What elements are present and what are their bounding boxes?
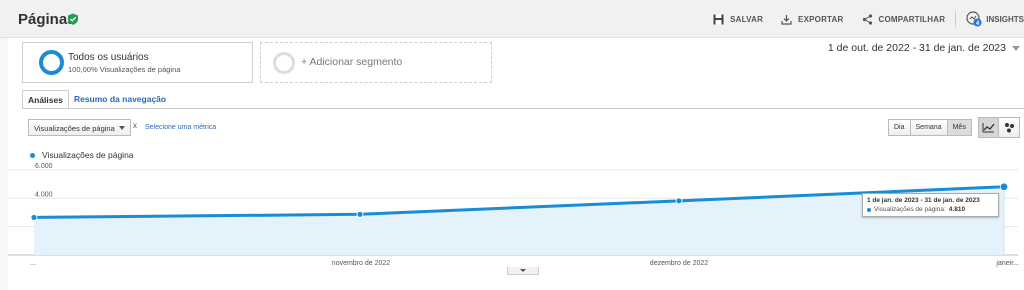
line-chart-icon bbox=[982, 123, 995, 133]
data-point bbox=[356, 210, 364, 218]
period-toggle: Dia Semana Mês bbox=[888, 119, 972, 136]
tab-divider bbox=[22, 108, 1024, 109]
report-toolbar: SALVAR EXPORTAR COMPARTILHAR 4 INSIGHTS bbox=[713, 0, 1024, 38]
chart-tooltip: 1 de jan. de 2023 - 31 de jan. de 2023 V… bbox=[862, 193, 999, 217]
tooltip-metric-label: Visualizações de página: bbox=[874, 206, 946, 213]
share-button[interactable]: COMPARTILHAR bbox=[862, 13, 946, 25]
metric-select-value: Visualizações de página bbox=[34, 124, 115, 133]
metric-select[interactable]: Visualizações de página bbox=[28, 119, 131, 136]
select-metric-link[interactable]: Selecione uma métrica bbox=[145, 124, 216, 131]
share-label: COMPARTILHAR bbox=[878, 14, 946, 24]
tooltip-metric-line: Visualizações de página: 4.810 bbox=[867, 206, 994, 213]
x-tick-label: novembro de 2022 bbox=[332, 260, 390, 267]
tooltip-series-dot bbox=[867, 207, 871, 212]
period-week-button[interactable]: Semana bbox=[910, 120, 948, 135]
insights-label: INSIGHTS bbox=[986, 14, 1024, 24]
segment-subtitle: 100,00% Visualizações de página bbox=[68, 65, 181, 74]
date-range-label: 1 de out. de 2022 - 31 de jan. de 2023 bbox=[827, 42, 1006, 54]
x-tick-label: janeir... bbox=[995, 260, 1019, 267]
bubble-chart-icon bbox=[1004, 123, 1014, 133]
segment-circle-icon bbox=[39, 50, 64, 75]
segment-title: Todos os usuários bbox=[68, 52, 149, 63]
tab-analises[interactable]: Análises bbox=[22, 90, 69, 109]
add-segment-label: + Adicionar segmento bbox=[301, 56, 403, 68]
export-label: EXPORTAR bbox=[798, 14, 844, 24]
data-point bbox=[675, 197, 683, 205]
pageviews-chart[interactable]: 6.0004.0002.000...novembro de 2022dezemb… bbox=[0, 160, 1024, 280]
verified-shield-icon bbox=[68, 13, 78, 25]
y-tick-label: 6.000 bbox=[35, 163, 53, 170]
insights-icon: 4 bbox=[966, 11, 982, 27]
y-tick-label: 4.000 bbox=[35, 191, 53, 198]
export-icon bbox=[781, 14, 792, 25]
remove-metric-button[interactable]: x bbox=[133, 121, 137, 130]
x-tick-label: dezembro de 2022 bbox=[650, 260, 708, 267]
chevron-down-icon bbox=[1012, 45, 1020, 51]
chevron-down-icon bbox=[520, 269, 526, 272]
data-point bbox=[999, 182, 1009, 191]
save-button[interactable]: SALVAR bbox=[713, 14, 763, 25]
segment-all-users[interactable]: Todos os usuários 100,00% Visualizações … bbox=[22, 42, 253, 83]
line-chart-button[interactable] bbox=[979, 118, 999, 137]
tab-resumo-navegacao[interactable]: Resumo da navegação bbox=[69, 90, 171, 109]
tooltip-title: 1 de jan. de 2023 - 31 de jan. de 2023 bbox=[867, 197, 980, 204]
x-tick-label: ... bbox=[30, 260, 36, 267]
report-tabs: Análises Resumo da navegação bbox=[22, 90, 171, 109]
report-header: Páginas SALVAR EXPORTAR COMPARTILHAR 4 I… bbox=[0, 0, 1024, 38]
data-point bbox=[30, 214, 38, 221]
collapse-chart-handle[interactable] bbox=[507, 267, 539, 275]
chart-type-toggle bbox=[978, 117, 1020, 138]
motion-chart-button[interactable] bbox=[999, 118, 1019, 137]
tooltip-metric-value: 4.810 bbox=[948, 206, 966, 213]
insights-button[interactable]: 4 INSIGHTS bbox=[966, 11, 1024, 27]
add-segment-button[interactable]: + Adicionar segmento bbox=[260, 42, 492, 83]
save-icon bbox=[713, 14, 724, 24]
share-icon bbox=[862, 13, 872, 25]
period-day-button[interactable]: Dia bbox=[889, 120, 911, 135]
series-area bbox=[34, 186, 1004, 255]
empty-segment-circle-icon bbox=[273, 52, 295, 74]
chart-legend: Visualizações de página bbox=[30, 150, 134, 160]
period-month-button[interactable]: Mês bbox=[947, 120, 971, 135]
legend-dot bbox=[30, 152, 35, 158]
dropdown-caret-icon bbox=[119, 126, 125, 130]
toolbar-divider bbox=[955, 11, 957, 27]
export-button[interactable]: EXPORTAR bbox=[781, 14, 843, 25]
date-range-picker[interactable]: 1 de out. de 2022 - 31 de jan. de 2023 bbox=[828, 42, 1020, 54]
save-label: SALVAR bbox=[730, 14, 764, 24]
legend-label: Visualizações de página bbox=[42, 150, 134, 160]
